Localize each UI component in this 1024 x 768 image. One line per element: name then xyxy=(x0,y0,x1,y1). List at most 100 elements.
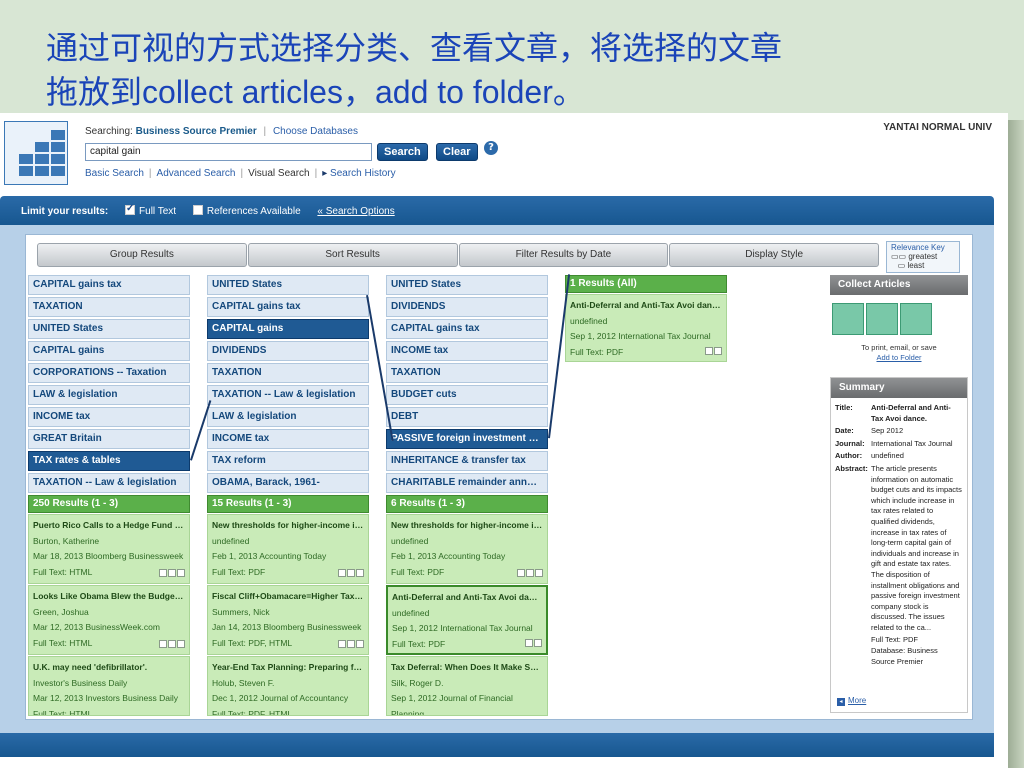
result-card[interactable]: New thresholds for higher-income indivi.… xyxy=(207,514,369,584)
result-title[interactable]: U.K. may need 'defibrillator'. xyxy=(33,660,185,676)
result-card[interactable]: U.K. may need 'defibrillator'. Investor'… xyxy=(28,656,190,716)
category-cell[interactable]: LAW & legislation xyxy=(207,407,369,427)
collect-articles-panel: Collect Articles To print, email, or sav… xyxy=(830,275,968,363)
category-cell[interactable]: TAXATION xyxy=(386,363,548,383)
filter-by-date-button[interactable]: Filter Results by Date xyxy=(458,243,669,267)
summary-header: Summary xyxy=(831,378,967,398)
collect-drop-zones[interactable] xyxy=(830,295,968,343)
visual-search-current: Visual Search xyxy=(248,168,310,179)
basic-search-link[interactable]: Basic Search xyxy=(85,168,144,179)
advanced-search-link[interactable]: Advanced Search xyxy=(157,168,236,179)
results-toolbar: Group Results Sort Results Filter Result… xyxy=(37,243,879,267)
result-author: undefined xyxy=(392,607,430,618)
result-card[interactable]: Anti-Deferral and Anti-Tax Avoi dance. u… xyxy=(565,294,727,362)
result-title[interactable]: Fiscal Cliff+Obamacare=Higher Tax on t..… xyxy=(212,589,364,605)
result-title[interactable]: Year-End Tax Planning: Preparing for th.… xyxy=(212,660,364,676)
drop-slot[interactable] xyxy=(900,303,932,335)
drop-slot[interactable] xyxy=(866,303,898,335)
result-title[interactable]: New thresholds for higher-income indivi.… xyxy=(212,518,364,534)
search-button[interactable]: Search xyxy=(377,143,428,161)
category-cell[interactable]: DIVIDENDS xyxy=(386,297,548,317)
result-card[interactable]: Year-End Tax Planning: Preparing for th.… xyxy=(207,656,369,716)
result-author: Green, Joshua xyxy=(33,606,89,617)
result-fulltext: Full Text: HTML xyxy=(33,708,93,716)
summary-date: Sep 2012 xyxy=(871,426,904,436)
category-cell[interactable]: CAPITAL gains tax xyxy=(28,275,190,295)
clear-button[interactable]: Clear xyxy=(436,143,478,161)
search-history-link[interactable]: Search History xyxy=(330,168,396,179)
relevance-icon xyxy=(525,639,542,647)
category-column-3: UNITED States DIVIDENDS CAPITAL gains ta… xyxy=(386,275,548,716)
category-cell[interactable]: CAPITAL gains xyxy=(28,341,190,361)
result-author: Burton, Katherine xyxy=(33,535,100,546)
result-title[interactable]: Anti-Deferral and Anti-Tax Avoi dance. xyxy=(570,298,722,314)
result-card-highlighted[interactable]: Anti-Deferral and Anti-Tax Avoi dance. u… xyxy=(386,585,548,655)
result-title[interactable]: Puerto Rico Calls to a Hedge Fund Billio… xyxy=(33,518,185,534)
choose-databases-link[interactable]: Choose Databases xyxy=(273,126,358,137)
category-cell[interactable]: LAW & legislation xyxy=(28,385,190,405)
category-cell[interactable]: BUDGET cuts xyxy=(386,385,548,405)
category-cell[interactable]: INCOME tax xyxy=(207,429,369,449)
result-title[interactable]: Tax Deferral: When Does It Make Sense ..… xyxy=(391,660,543,676)
category-cell[interactable]: DIVIDENDS xyxy=(207,341,369,361)
results-count: 1 Results (All) xyxy=(565,275,727,293)
category-cell[interactable]: TAXATION -- Law & legislation xyxy=(28,473,190,493)
relevance-least: ▭ least xyxy=(891,261,925,270)
summary-abstract: The article presents information on auto… xyxy=(871,463,962,632)
more-link[interactable]: ◂ More xyxy=(837,696,866,706)
result-title[interactable]: Looks Like Obama Blew the Budget Neg... xyxy=(33,589,185,605)
result-source: Mar 18, 2013 Bloomberg Businessweek xyxy=(33,551,184,561)
category-cell-selected[interactable]: PASSIVE foreign investment co... xyxy=(386,429,548,449)
summary-key: Abstract: xyxy=(835,463,868,473)
display-style-button[interactable]: Display Style xyxy=(669,243,879,267)
search-options-link[interactable]: « Search Options xyxy=(317,206,394,217)
category-cell[interactable]: TAXATION -- Law & legislation xyxy=(207,385,369,405)
category-cell[interactable]: CORPORATIONS -- Taxation xyxy=(28,363,190,383)
result-source: Sep 1, 2012 International Tax Journal xyxy=(570,331,711,341)
result-card[interactable]: Fiscal Cliff+Obamacare=Higher Tax on t..… xyxy=(207,585,369,655)
result-card[interactable]: New thresholds for higher-income indivi.… xyxy=(386,514,548,584)
category-cell[interactable]: UNITED States xyxy=(28,319,190,339)
category-cell[interactable]: CHARITABLE remainder annuity... xyxy=(386,473,548,493)
result-fulltext: Full Text: PDF xyxy=(570,346,624,357)
category-cell-selected[interactable]: CAPITAL gains xyxy=(207,319,369,339)
category-cell[interactable]: CAPITAL gains tax xyxy=(207,297,369,317)
category-cell[interactable]: INHERITANCE & transfer tax xyxy=(386,451,548,471)
result-source: Sep 1, 2012 Journal of Financial Plannin… xyxy=(391,693,513,716)
search-input[interactable]: capital gain xyxy=(85,143,372,161)
screenshot: Searching: Business Source Premier | Cho… xyxy=(0,113,1008,768)
results-count: 6 Results (1 - 3) xyxy=(386,495,548,513)
category-cell[interactable]: TAXATION xyxy=(207,363,369,383)
category-cell-selected[interactable]: TAX rates & tables xyxy=(28,451,190,471)
category-cell[interactable]: TAX reform xyxy=(207,451,369,471)
add-to-folder-link[interactable]: Add to Folder xyxy=(830,353,968,363)
slide-title-line1: 通过可视的方式选择分类、查看文章，将选择的文章 xyxy=(46,29,783,67)
result-source: Mar 12, 2013 Investors Business Daily xyxy=(33,693,179,703)
category-cell[interactable]: CAPITAL gains tax xyxy=(386,319,548,339)
category-cell[interactable]: OBAMA, Barack, 1961- xyxy=(207,473,369,493)
relevance-icon xyxy=(338,569,364,577)
summary-fulltext: Full Text: PDF xyxy=(871,635,918,645)
result-card[interactable]: Tax Deferral: When Does It Make Sense ..… xyxy=(386,656,548,716)
category-cell[interactable]: INCOME tax xyxy=(28,407,190,427)
relevance-icon xyxy=(705,347,722,355)
sort-results-button[interactable]: Sort Results xyxy=(247,243,458,267)
category-cell[interactable]: UNITED States xyxy=(386,275,548,295)
category-cell[interactable]: INCOME tax xyxy=(386,341,548,361)
summary-key: Author: xyxy=(835,451,863,461)
drop-slot[interactable] xyxy=(832,303,864,335)
result-card[interactable]: Puerto Rico Calls to a Hedge Fund Billio… xyxy=(28,514,190,584)
help-icon[interactable]: ? xyxy=(484,141,498,155)
result-title[interactable]: Anti-Deferral and Anti-Tax Avoi dance. xyxy=(392,590,542,606)
category-cell[interactable]: UNITED States xyxy=(207,275,369,295)
category-cell[interactable]: GREAT Britain xyxy=(28,429,190,449)
full-text-checkbox[interactable] xyxy=(125,203,136,215)
more-label[interactable]: More xyxy=(848,696,866,705)
result-source: Jan 14, 2013 Bloomberg Businessweek xyxy=(212,622,362,632)
references-checkbox[interactable] xyxy=(192,205,203,215)
category-cell[interactable]: TAXATION xyxy=(28,297,190,317)
result-title[interactable]: New thresholds for higher-income indivi.… xyxy=(391,518,543,534)
category-cell[interactable]: DEBT xyxy=(386,407,548,427)
result-card[interactable]: Looks Like Obama Blew the Budget Neg... … xyxy=(28,585,190,655)
group-results-button[interactable]: Group Results xyxy=(37,243,247,267)
